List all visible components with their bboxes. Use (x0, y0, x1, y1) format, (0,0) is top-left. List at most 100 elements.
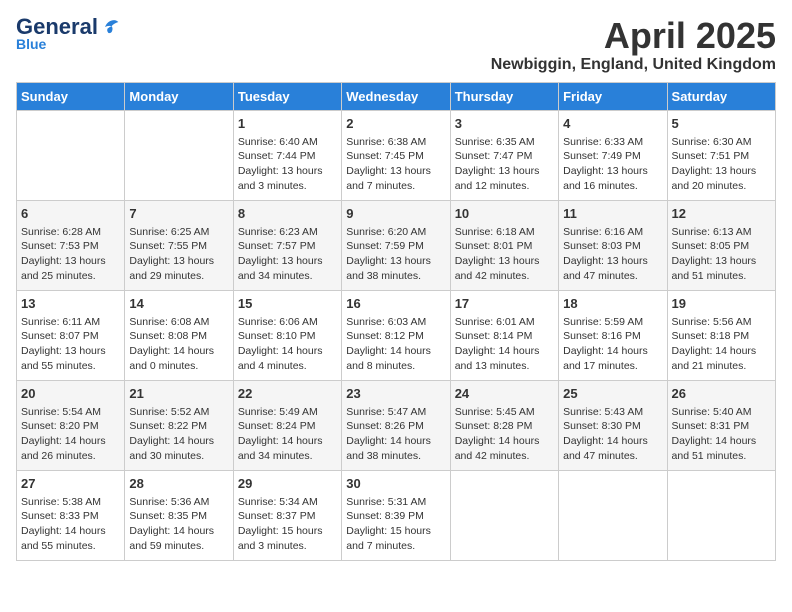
calendar-cell: 3Sunrise: 6:35 AMSunset: 7:47 PMDaylight… (450, 110, 558, 200)
weekday-header-friday: Friday (559, 82, 667, 110)
day-info: Sunrise: 6:18 AMSunset: 8:01 PMDaylight:… (455, 225, 554, 284)
day-info: Sunrise: 6:30 AMSunset: 7:51 PMDaylight:… (672, 135, 771, 194)
day-number: 7 (129, 205, 228, 223)
day-number: 29 (238, 475, 337, 493)
day-number: 28 (129, 475, 228, 493)
logo: General Blue (16, 16, 120, 52)
day-info: Sunrise: 5:52 AMSunset: 8:22 PMDaylight:… (129, 405, 228, 464)
calendar-cell: 17 Sunrise: 6:01 AMSunset: 8:14 PMDayligh… (450, 290, 558, 380)
day-info: Sunrise: 6:25 AMSunset: 7:55 PMDaylight:… (129, 225, 228, 284)
day-number: 5 (672, 115, 771, 133)
calendar-cell: 6 Sunrise: 6:28 AMSunset: 7:53 PMDaylight… (17, 200, 125, 290)
calendar-week-row: 1Sunrise: 6:40 AMSunset: 7:44 PMDaylight… (17, 110, 776, 200)
day-info: Sunrise: 5:36 AMSunset: 8:35 PMDaylight:… (129, 495, 228, 554)
calendar-cell: 9 Sunrise: 6:20 AMSunset: 7:59 PMDaylight… (342, 200, 450, 290)
day-info: Sunrise: 5:56 AMSunset: 8:18 PMDaylight:… (672, 315, 771, 374)
day-info: Sunrise: 6:38 AMSunset: 7:45 PMDaylight:… (346, 135, 445, 194)
calendar-cell: 26 Sunrise: 5:40 AMSunset: 8:31 PMDayligh… (667, 380, 775, 470)
day-number: 12 (672, 205, 771, 223)
weekday-header-sunday: Sunday (17, 82, 125, 110)
day-number: 26 (672, 385, 771, 403)
calendar-cell (17, 110, 125, 200)
page-subtitle: Newbiggin, England, United Kingdom (491, 56, 776, 74)
day-number: 17 (455, 295, 554, 313)
calendar-week-row: 20Sunrise: 5:54 AMSunset: 8:20 PMDayligh… (17, 380, 776, 470)
title-block: April 2025 Newbiggin, England, United Ki… (491, 16, 776, 74)
logo-blue-text: Blue (16, 36, 46, 52)
calendar-cell: 5 Sunrise: 6:30 AMSunset: 7:51 PMDaylight… (667, 110, 775, 200)
day-info: Sunrise: 6:23 AMSunset: 7:57 PMDaylight:… (238, 225, 337, 284)
calendar-cell: 25 Sunrise: 5:43 AMSunset: 8:30 PMDayligh… (559, 380, 667, 470)
day-number: 1 (238, 115, 337, 133)
day-number: 16 (346, 295, 445, 313)
day-number: 20 (21, 385, 120, 403)
day-number: 30 (346, 475, 445, 493)
calendar-cell: 12 Sunrise: 6:13 AMSunset: 8:05 PMDayligh… (667, 200, 775, 290)
day-info: Sunrise: 5:34 AMSunset: 8:37 PMDaylight:… (238, 495, 337, 554)
calendar-cell: 20Sunrise: 5:54 AMSunset: 8:20 PMDayligh… (17, 380, 125, 470)
calendar-cell (667, 470, 775, 560)
calendar-week-row: 6 Sunrise: 6:28 AMSunset: 7:53 PMDaylight… (17, 200, 776, 290)
calendar-cell: 18 Sunrise: 5:59 AMSunset: 8:16 PMDayligh… (559, 290, 667, 380)
day-number: 9 (346, 205, 445, 223)
calendar-cell: 8 Sunrise: 6:23 AMSunset: 7:57 PMDaylight… (233, 200, 341, 290)
calendar-cell: 13 Sunrise: 6:11 AMSunset: 8:07 PMDayligh… (17, 290, 125, 380)
day-info: Sunrise: 6:28 AMSunset: 7:53 PMDaylight:… (21, 225, 120, 284)
calendar-cell: 21 Sunrise: 5:52 AMSunset: 8:22 PMDayligh… (125, 380, 233, 470)
calendar-cell: 27Sunrise: 5:38 AMSunset: 8:33 PMDayligh… (17, 470, 125, 560)
day-info: Sunrise: 5:40 AMSunset: 8:31 PMDaylight:… (672, 405, 771, 464)
day-number: 11 (563, 205, 662, 223)
weekday-header-thursday: Thursday (450, 82, 558, 110)
day-number: 10 (455, 205, 554, 223)
page-header: General Blue April 2025 Newbiggin, Engla… (16, 16, 776, 74)
day-number: 25 (563, 385, 662, 403)
weekday-header-wednesday: Wednesday (342, 82, 450, 110)
calendar-cell: 23Sunrise: 5:47 AMSunset: 8:26 PMDayligh… (342, 380, 450, 470)
day-info: Sunrise: 6:08 AMSunset: 8:08 PMDaylight:… (129, 315, 228, 374)
calendar-cell: 15Sunrise: 6:06 AMSunset: 8:10 PMDayligh… (233, 290, 341, 380)
calendar-cell: 28 Sunrise: 5:36 AMSunset: 8:35 PMDayligh… (125, 470, 233, 560)
calendar-cell: 16 Sunrise: 6:03 AMSunset: 8:12 PMDayligh… (342, 290, 450, 380)
day-number: 14 (129, 295, 228, 313)
day-number: 18 (563, 295, 662, 313)
day-number: 22 (238, 385, 337, 403)
day-number: 19 (672, 295, 771, 313)
day-number: 15 (238, 295, 337, 313)
day-info: Sunrise: 6:33 AMSunset: 7:49 PMDaylight:… (563, 135, 662, 194)
day-number: 4 (563, 115, 662, 133)
calendar-cell: 4 Sunrise: 6:33 AMSunset: 7:49 PMDaylight… (559, 110, 667, 200)
logo-general: General (16, 16, 98, 38)
calendar-cell (450, 470, 558, 560)
calendar-cell: 19 Sunrise: 5:56 AMSunset: 8:18 PMDayligh… (667, 290, 775, 380)
weekday-header-saturday: Saturday (667, 82, 775, 110)
calendar-cell: 30 Sunrise: 5:31 AMSunset: 8:39 PMDayligh… (342, 470, 450, 560)
day-info: Sunrise: 5:38 AMSunset: 8:33 PMDaylight:… (21, 495, 120, 554)
page-title: April 2025 (491, 16, 776, 56)
day-info: Sunrise: 5:59 AMSunset: 8:16 PMDaylight:… (563, 315, 662, 374)
calendar-cell (559, 470, 667, 560)
day-number: 21 (129, 385, 228, 403)
day-number: 2 (346, 115, 445, 133)
calendar-cell: 14 Sunrise: 6:08 AMSunset: 8:08 PMDayligh… (125, 290, 233, 380)
day-number: 3 (455, 115, 554, 133)
day-info: Sunrise: 5:43 AMSunset: 8:30 PMDaylight:… (563, 405, 662, 464)
calendar-week-row: 27Sunrise: 5:38 AMSunset: 8:33 PMDayligh… (17, 470, 776, 560)
calendar-cell: 1Sunrise: 6:40 AMSunset: 7:44 PMDaylight… (233, 110, 341, 200)
calendar-header-row: SundayMondayTuesdayWednesdayThursdayFrid… (17, 82, 776, 110)
day-info: Sunrise: 6:20 AMSunset: 7:59 PMDaylight:… (346, 225, 445, 284)
day-info: Sunrise: 6:11 AMSunset: 8:07 PMDaylight:… (21, 315, 120, 374)
weekday-header-monday: Monday (125, 82, 233, 110)
day-number: 6 (21, 205, 120, 223)
calendar-cell: 24Sunrise: 5:45 AMSunset: 8:28 PMDayligh… (450, 380, 558, 470)
day-info: Sunrise: 6:01 AMSunset: 8:14 PMDaylight:… (455, 315, 554, 374)
day-number: 23 (346, 385, 445, 403)
day-info: Sunrise: 5:49 AMSunset: 8:24 PMDaylight:… (238, 405, 337, 464)
day-info: Sunrise: 6:16 AMSunset: 8:03 PMDaylight:… (563, 225, 662, 284)
day-number: 13 (21, 295, 120, 313)
day-info: Sunrise: 6:03 AMSunset: 8:12 PMDaylight:… (346, 315, 445, 374)
calendar-table: SundayMondayTuesdayWednesdayThursdayFrid… (16, 82, 776, 561)
day-info: Sunrise: 6:13 AMSunset: 8:05 PMDaylight:… (672, 225, 771, 284)
day-number: 8 (238, 205, 337, 223)
day-info: Sunrise: 5:31 AMSunset: 8:39 PMDaylight:… (346, 495, 445, 554)
calendar-cell (125, 110, 233, 200)
